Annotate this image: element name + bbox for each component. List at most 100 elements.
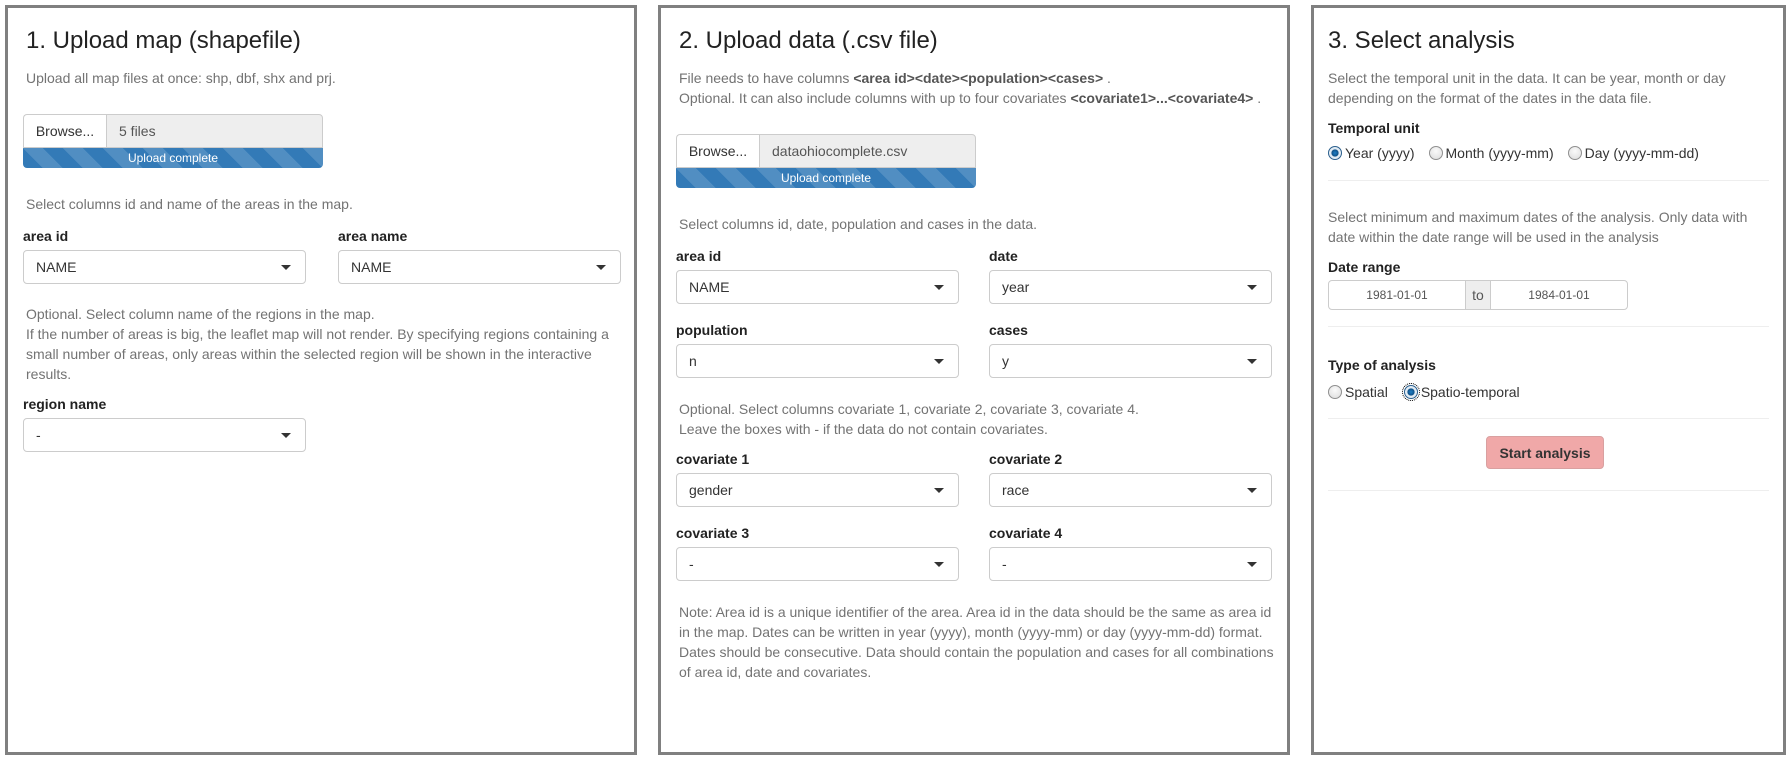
help-text: Optional. It can also include columns wi… [679,90,1071,106]
start-analysis-button[interactable]: Start analysis [1486,436,1604,469]
date-range-label: Date range [1328,259,1401,275]
region-help-2: If the number of areas is big, the leafl… [26,326,609,382]
file-name-field: 5 files [106,114,323,148]
browse-button[interactable]: Browse... [676,134,759,168]
population-select[interactable]: n [676,344,959,378]
date-value: year [1002,279,1030,295]
chevron-down-icon [1247,358,1257,364]
date-range-help: Select minimum and maximum dates of the … [1328,209,1748,245]
date-select[interactable]: year [989,270,1272,304]
chevron-down-icon [934,358,944,364]
required-columns: <area id><date><population><cases> [853,70,1104,86]
help-text: . [1103,70,1111,86]
covariate3-value: - [689,556,694,572]
upload-map-panel: 1. Upload map (shapefile) Upload all map… [5,5,637,755]
upload-progress-label: Upload complete [127,151,219,165]
chevron-down-icon [1247,561,1257,567]
panel-title: 3. Select analysis [1328,27,1515,54]
population-field: population n [676,321,959,378]
covariate4-select[interactable]: - [989,547,1272,581]
area-name-select[interactable]: NAME [338,250,621,284]
covariate2-field: covariate 2 race [989,450,1272,507]
radio-label: Year (yyyy) [1345,145,1415,161]
upload-progress-bar: Upload complete [676,168,976,188]
chevron-down-icon [934,561,944,567]
chevron-down-icon [1247,284,1257,290]
radio-day[interactable]: Day (yyyy-mm-dd) [1567,145,1699,161]
radio-label: Spatial [1345,384,1388,400]
upload-progress-bar: Upload complete [23,148,323,168]
temporal-help: Select the temporal unit in the data. It… [1328,70,1726,106]
covariate1-select[interactable]: gender [676,473,959,507]
radio-month[interactable]: Month (yyyy-mm) [1428,145,1554,161]
region-name-label: region name [23,396,107,412]
area-name-field: area name NAME [338,227,621,284]
covariates-help-1: Optional. Select columns covariate 1, co… [679,401,1139,417]
population-label: population [676,322,748,338]
covariate3-select[interactable]: - [676,547,959,581]
region-name-select[interactable]: - [23,418,306,452]
covariate3-label: covariate 3 [676,525,750,541]
data-note: Note: Area id is a unique identifier of … [679,604,1274,680]
divider [1328,326,1769,327]
data-help-1: File needs to have columns <area id><dat… [679,68,1111,88]
covariate2-select[interactable]: race [989,473,1272,507]
covariate1-label: covariate 1 [676,451,750,467]
covariates-help-2: Leave the boxes with - if the data do no… [679,421,1048,437]
file-name-field: dataohiocomplete.csv [759,134,976,168]
radio-spatio-temporal[interactable]: Spatio-temporal [1401,383,1520,401]
covariate4-label: covariate 4 [989,525,1063,541]
select-analysis-panel: 3. Select analysis Select the temporal u… [1311,5,1786,755]
date-start-input[interactable]: 1981-01-01 [1328,280,1466,310]
chevron-down-icon [934,487,944,493]
radio-spatial[interactable]: Spatial [1328,384,1388,400]
area-id-value: NAME [689,279,730,295]
cases-select[interactable]: y [989,344,1272,378]
panel-title: 2. Upload data (.csv file) [679,27,938,54]
radio-unselected-icon [1328,385,1342,399]
browse-button[interactable]: Browse... [23,114,106,148]
radio-selected-icon [1401,383,1420,401]
panel-title: 1. Upload map (shapefile) [26,27,301,54]
covariate4-value: - [1002,556,1007,572]
date-range-input: 1981-01-01 to 1984-01-01 [1328,280,1628,310]
chevron-down-icon [596,264,606,270]
divider [1328,418,1769,419]
area-id-label: area id [676,248,722,264]
upload-progress-label: Upload complete [780,171,872,185]
area-id-select[interactable]: NAME [676,270,959,304]
radio-label: Month (yyyy-mm) [1445,145,1554,161]
region-help-1: Optional. Select column name of the regi… [26,306,375,322]
radio-label: Day (yyyy-mm-dd) [1584,145,1699,161]
area-name-label: area name [338,228,408,244]
area-name-value: NAME [351,259,392,275]
date-end-input[interactable]: 1984-01-01 [1490,280,1628,310]
area-id-value: NAME [36,259,77,275]
population-value: n [689,353,697,369]
area-id-field: area id NAME [23,227,306,284]
columns-help: Select columns id and name of the areas … [26,196,353,212]
area-id-field: area id NAME [676,247,959,304]
covariate2-value: race [1002,482,1030,498]
covariate2-label: covariate 2 [989,451,1063,467]
area-id-select[interactable]: NAME [23,250,306,284]
csv-upload: Browse... dataohiocomplete.csv Upload co… [676,134,976,188]
data-help-2: Optional. It can also include columns wi… [679,88,1261,108]
divider [1328,180,1769,181]
radio-unselected-icon [1567,146,1582,160]
radio-unselected-icon [1428,146,1443,160]
analysis-type-label: Type of analysis [1328,357,1436,373]
covariate4-field: covariate 4 - [989,524,1272,581]
radio-selected-icon [1328,146,1342,160]
chevron-down-icon [281,432,291,438]
upload-data-panel: 2. Upload data (.csv file) File needs to… [658,5,1290,755]
help-text: File needs to have columns [679,70,854,86]
date-field: date year [989,247,1272,304]
help-text: . [1253,90,1262,106]
cases-field: cases y [989,321,1272,378]
date-label: date [989,248,1018,264]
covariate1-field: covariate 1 gender [676,450,959,507]
radio-label: Spatio-temporal [1420,384,1520,400]
analysis-type-radio-group: Spatial Spatio-temporal [1328,383,1520,401]
radio-year[interactable]: Year (yyyy) [1328,145,1415,161]
